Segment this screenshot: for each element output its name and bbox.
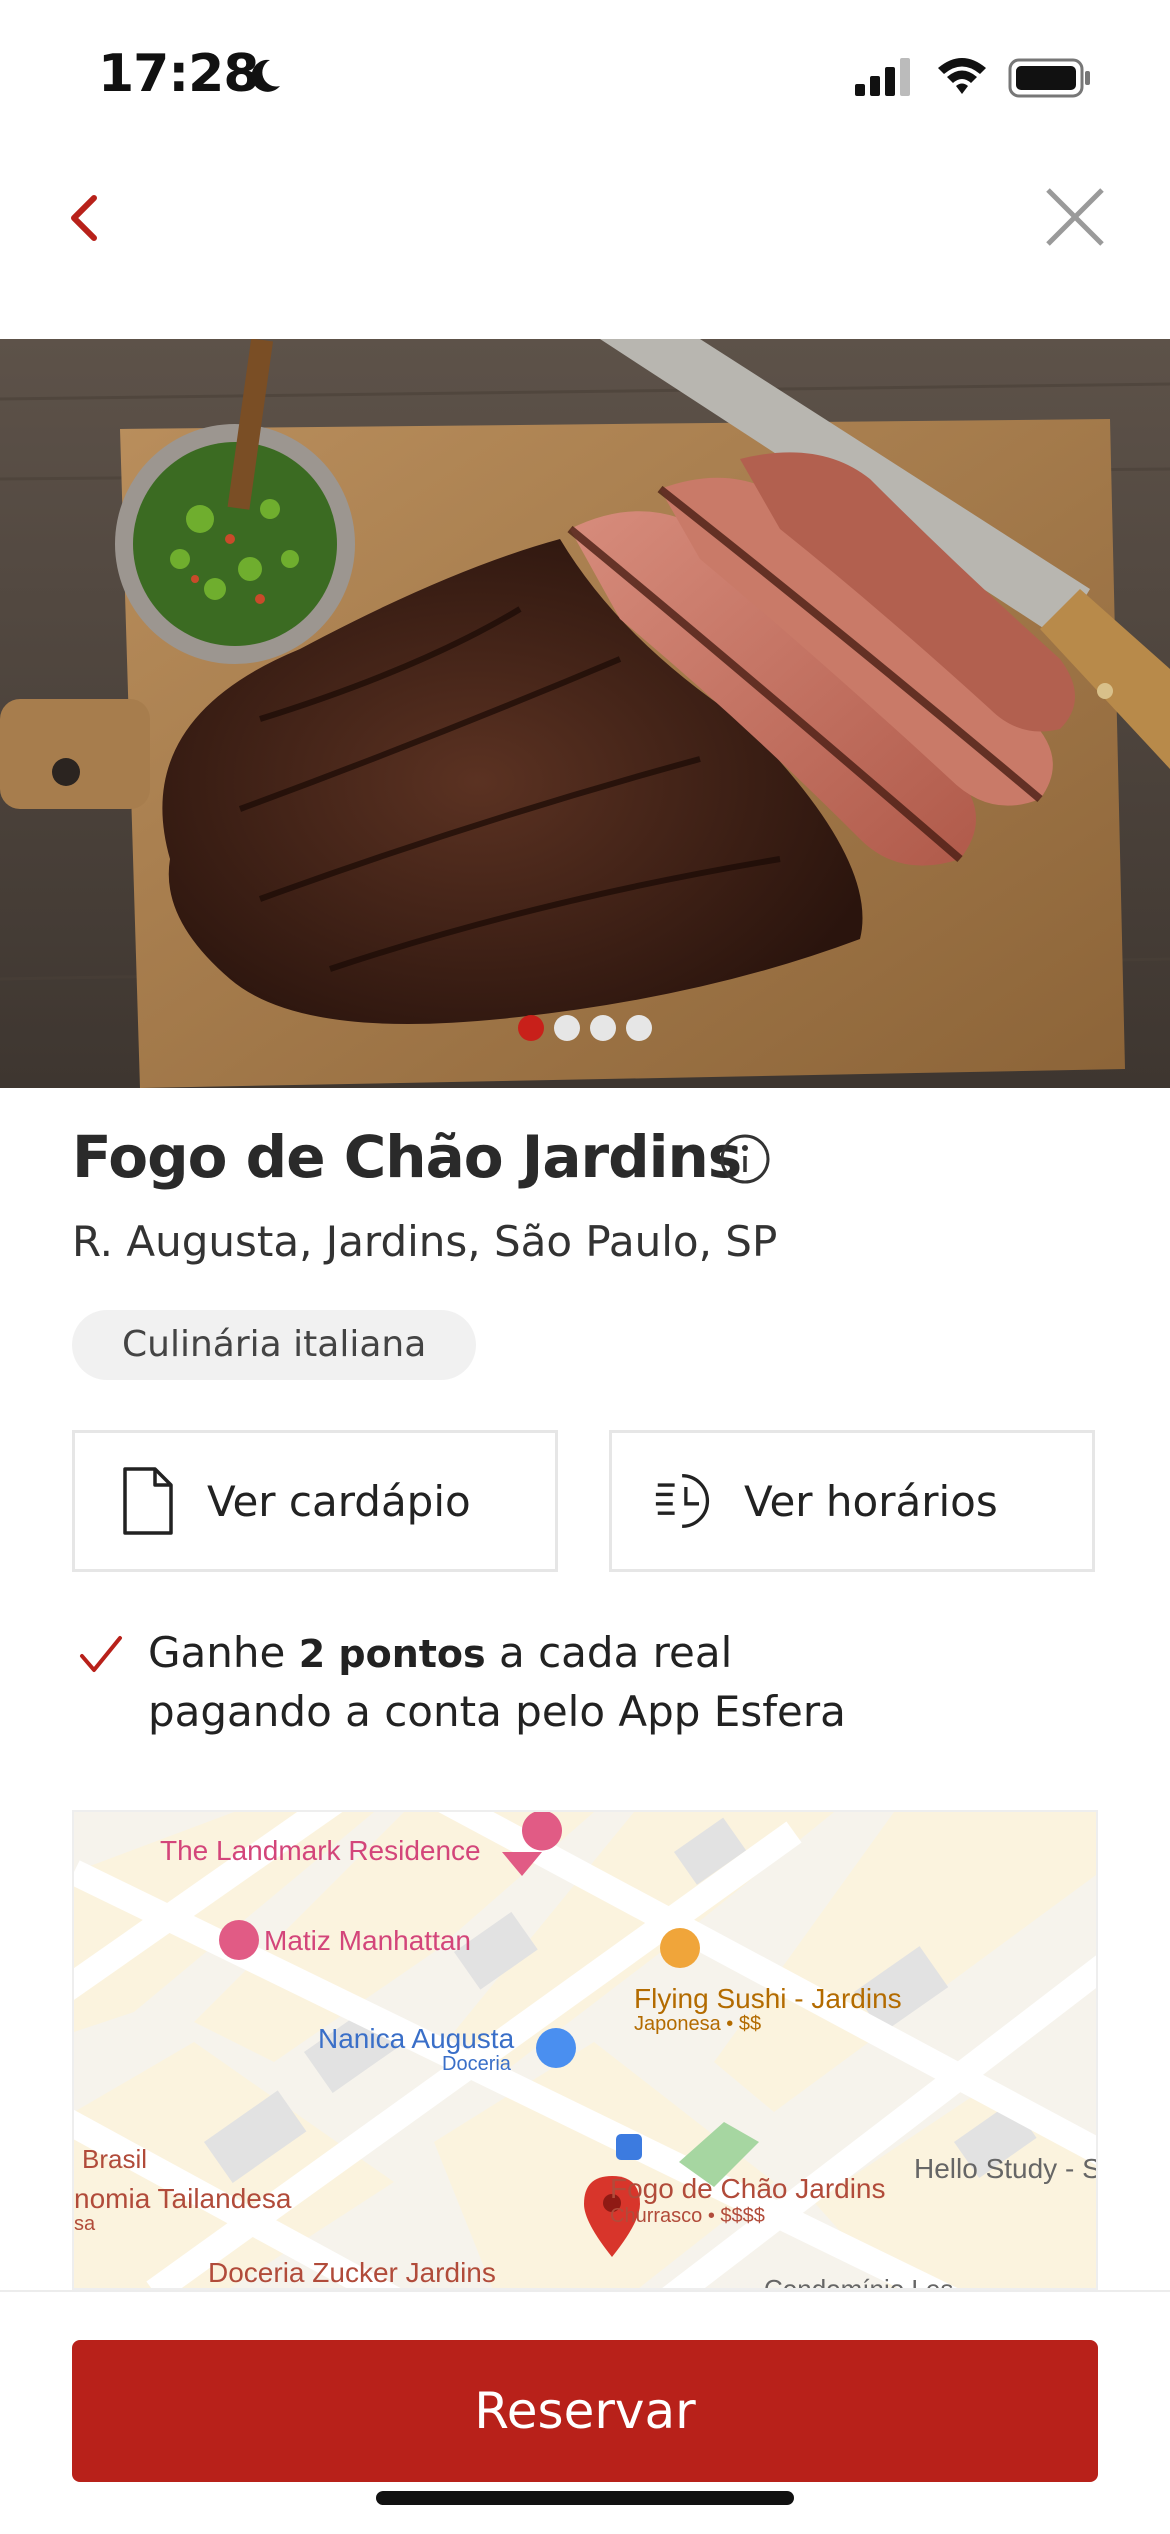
- map-label-brasil: Brasil: [82, 2144, 147, 2174]
- view-hours-label: Ver horários: [744, 1476, 998, 1526]
- cuisine-tag: Culinária italiana: [72, 1310, 477, 1380]
- map-canvas: The Landmark Residence Matiz Manhattan F…: [74, 1812, 1098, 2290]
- map-label-sa: sa: [74, 2213, 96, 2235]
- flying-sushi-pin: [660, 1928, 700, 1968]
- points-highlight: 2 pontos: [298, 1632, 486, 1676]
- map-label-flying-sushi-sub: Japonesa • $$: [634, 2013, 761, 2035]
- map-label-zucker: Doceria Zucker Jardins: [208, 2257, 496, 2288]
- back-button[interactable]: [60, 180, 140, 260]
- map-label-nanica: Nanica Augusta: [318, 2023, 515, 2054]
- points-info: Ganhe 2 pontos a cada real pagando a con…: [148, 1624, 1048, 1740]
- reserve-button[interactable]: Reservar: [72, 2340, 1098, 2482]
- info-icon[interactable]: [718, 1132, 772, 1186]
- carousel-dot-2[interactable]: [554, 1015, 580, 1041]
- check-icon: [80, 1636, 122, 1672]
- points-suffix: a cada real: [485, 1628, 733, 1677]
- points-line2: pagando a conta pelo App Esfera: [148, 1687, 846, 1736]
- wifi-icon: [938, 58, 986, 94]
- clock-list-icon: [655, 1474, 709, 1528]
- carousel-dot-4[interactable]: [626, 1015, 652, 1041]
- carousel-dot-3[interactable]: [590, 1015, 616, 1041]
- home-indicator[interactable]: [376, 2491, 794, 2505]
- restaurant-name: Fogo de Chão Jardins: [72, 1123, 742, 1191]
- bus-stop-icon: [616, 2134, 642, 2160]
- view-menu-label: Ver cardápio: [207, 1476, 471, 1526]
- battery-icon: [1008, 58, 1090, 98]
- map-label-tailandesa: nomia Tailandesa: [74, 2183, 292, 2214]
- map-label-fogo: Fogo de Chão Jardins: [610, 2173, 886, 2204]
- carousel-dot-1[interactable]: [518, 1015, 544, 1041]
- cellular-signal-icon: [855, 58, 910, 96]
- carousel-indicator[interactable]: [0, 1015, 1170, 1045]
- location-map[interactable]: The Landmark Residence Matiz Manhattan F…: [72, 1810, 1098, 2290]
- moon-icon: [251, 59, 280, 92]
- matiz-pin: [219, 1920, 259, 1960]
- map-label-hello: Hello Study - S: [914, 2153, 1098, 2184]
- nanica-pin: [536, 2028, 576, 2068]
- map-label-fogo-sub: Churrasco • $$$$: [610, 2205, 765, 2227]
- restaurant-address: R. Augusta, Jardins, São Paulo, SP: [72, 1217, 778, 1266]
- map-label-matiz: Matiz Manhattan: [264, 1925, 471, 1956]
- map-label-landmark: The Landmark Residence: [160, 1835, 481, 1866]
- status-time: 17:28: [98, 44, 260, 104]
- points-prefix: Ganhe: [148, 1628, 299, 1677]
- map-label-nanica-sub: Doceria: [442, 2053, 512, 2075]
- view-menu-button[interactable]: Ver cardápio: [72, 1430, 558, 1572]
- close-button[interactable]: [1034, 178, 1114, 258]
- restaurant-photo[interactable]: [0, 339, 1170, 1088]
- map-label-flying-sushi: Flying Sushi - Jardins: [634, 1983, 902, 2014]
- document-icon: [123, 1467, 173, 1535]
- map-label-condominio: Condomínio Les: [764, 2274, 953, 2290]
- view-hours-button[interactable]: Ver horários: [609, 1430, 1095, 1572]
